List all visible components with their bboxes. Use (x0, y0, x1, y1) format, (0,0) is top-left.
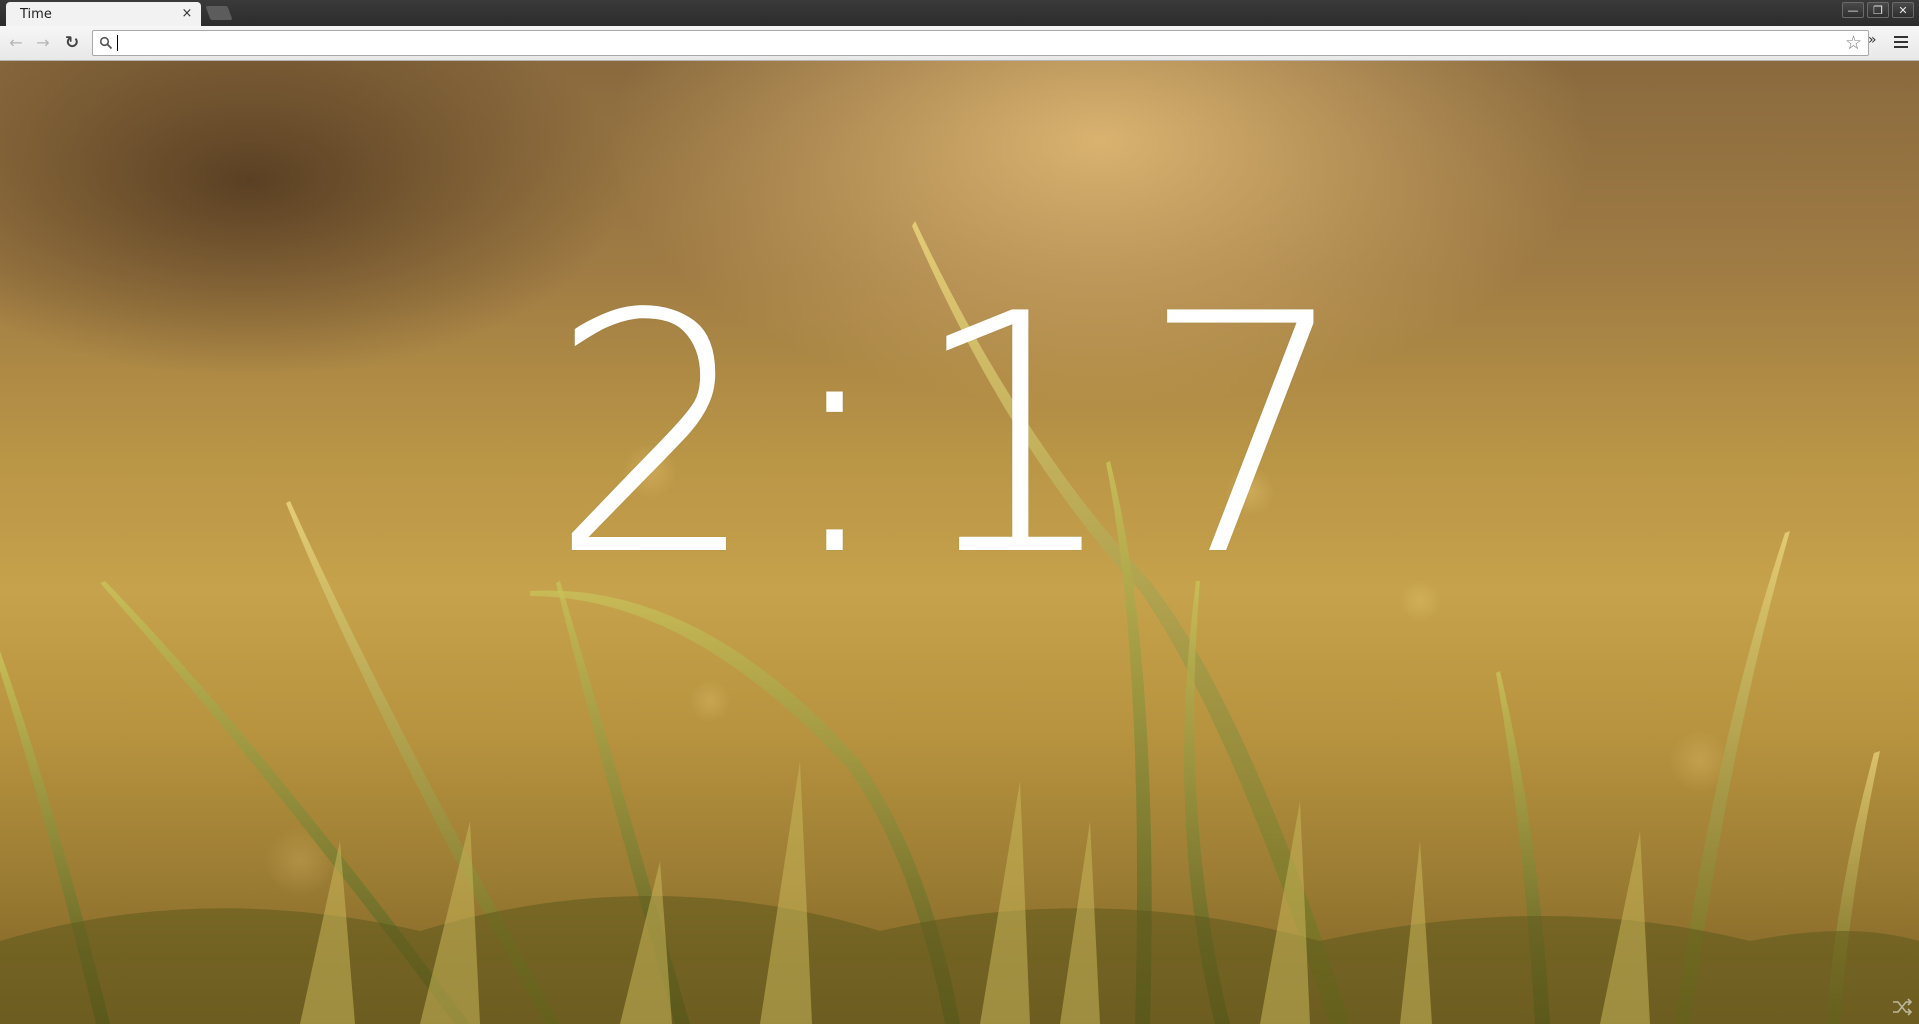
new-tab-page: 2:17 (0, 61, 1919, 1024)
tab-strip: Time × — ❐ ✕ (0, 0, 1919, 26)
menu-hamburger-icon[interactable] (1893, 33, 1909, 49)
window-minimize-button[interactable]: — (1842, 2, 1864, 18)
tab-close-icon[interactable]: × (179, 6, 195, 22)
text-caret (117, 35, 118, 51)
search-icon (99, 36, 113, 50)
browser-toolbar: ← → ↻ ☆ (0, 26, 1919, 61)
new-tab-button[interactable] (205, 6, 233, 20)
shuffle-icon[interactable] (1891, 996, 1913, 1018)
window-close-button[interactable]: ✕ (1892, 2, 1914, 18)
tab-time[interactable]: Time × (6, 2, 201, 26)
clock-time: 2:17 (548, 244, 1371, 628)
address-input[interactable] (119, 33, 1819, 53)
address-bar[interactable]: ☆ (92, 30, 1869, 56)
back-arrow-icon[interactable]: ← (6, 33, 26, 53)
extensions-overflow-button[interactable]: » (1868, 32, 1877, 48)
forward-arrow-icon[interactable]: → (33, 33, 53, 53)
reload-icon[interactable]: ↻ (62, 33, 82, 53)
bookmark-star-icon[interactable]: ☆ (1845, 33, 1862, 53)
window-maximize-button[interactable]: ❐ (1867, 2, 1889, 18)
tab-title: Time (20, 7, 52, 22)
